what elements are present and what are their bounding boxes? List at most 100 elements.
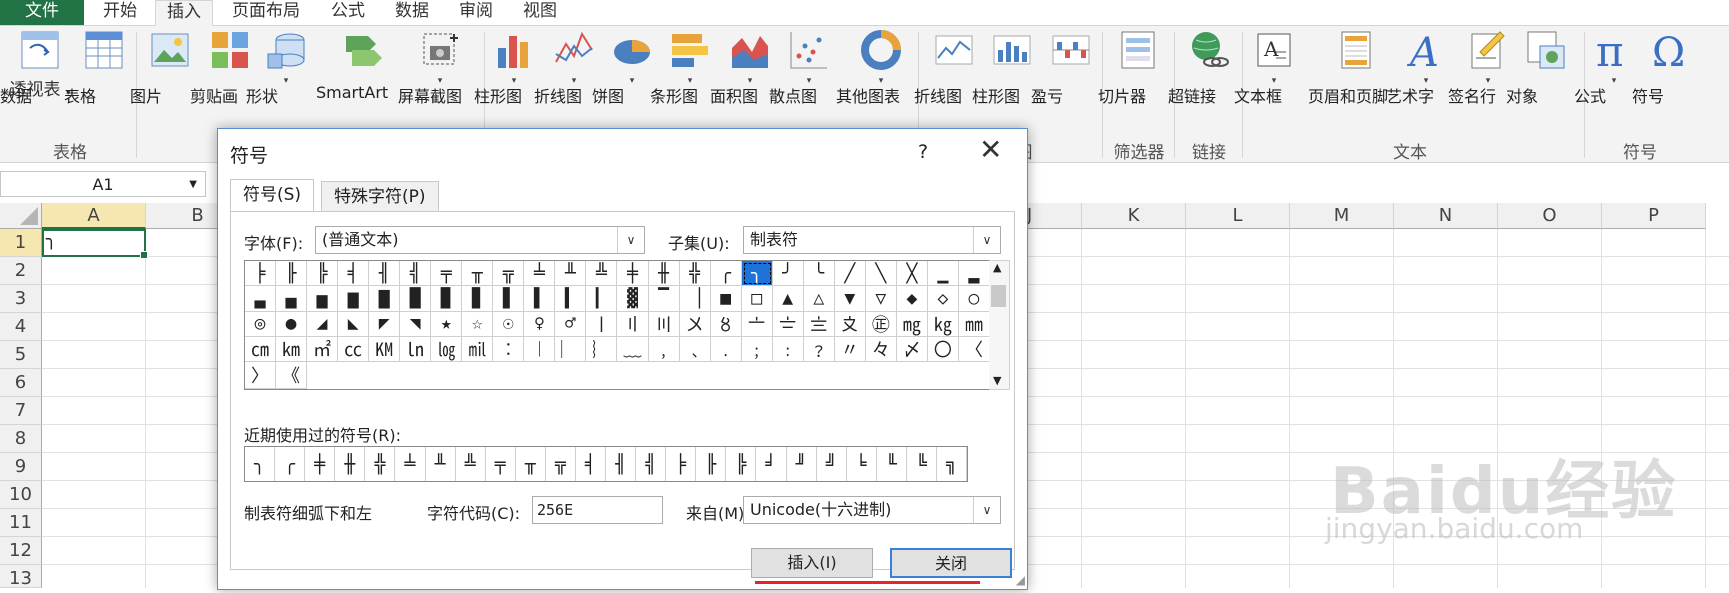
symbol-cell[interactable]: △ bbox=[803, 286, 835, 312]
symbol-cell[interactable]: ︳ bbox=[555, 336, 587, 362]
symbol-cell[interactable]: █ bbox=[400, 286, 432, 312]
recent-symbol-cell[interactable]: ╥ bbox=[516, 447, 546, 481]
recent-symbol-cell[interactable]: ╨ bbox=[426, 447, 456, 481]
symbol-cell[interactable]: ▇ bbox=[369, 286, 401, 312]
symbol-cell[interactable]: ╠ bbox=[307, 261, 339, 287]
symbol-cell[interactable]: 〨 bbox=[803, 311, 835, 337]
symbol-cell[interactable]: ︰ bbox=[493, 336, 525, 362]
symbol-cell[interactable]: ▍ bbox=[555, 286, 587, 312]
symbol-cell[interactable]: ╟ bbox=[276, 261, 308, 287]
symbol-cell[interactable]: ♀ bbox=[524, 311, 556, 337]
column-header-m[interactable]: M bbox=[1290, 203, 1394, 229]
symbol-cell[interactable]: ㏄ bbox=[338, 336, 370, 362]
symbol-cell[interactable]: 〈 bbox=[958, 336, 990, 362]
recent-symbol-cell[interactable]: ╚ bbox=[907, 447, 937, 481]
recent-symbol-cell[interactable]: ╠ bbox=[726, 447, 757, 481]
symbol-cell[interactable]: ╬ bbox=[679, 261, 711, 287]
symbol-cell[interactable]: ● bbox=[276, 311, 308, 337]
character-code-input[interactable]: 256E bbox=[532, 496, 663, 524]
symbol-cell[interactable]: ﹐ bbox=[648, 336, 680, 362]
recent-symbol-cell[interactable]: ╭ bbox=[275, 447, 306, 481]
symbol-cell[interactable]: 〦 bbox=[741, 311, 773, 337]
recent-symbol-cell[interactable]: ╙ bbox=[877, 447, 907, 481]
recent-symbols[interactable]: ╮ ╭ ╪ ╫ ╬ ╧ ╨ ╩ ╤ ╥ ╦ ╡ ╢ ╣ ╞ ╟ ╠ ╛ ╜ ╝ ╘ ╙ ╚ ╗ bbox=[244, 446, 968, 482]
column-header-l[interactable]: L bbox=[1186, 203, 1290, 229]
row-header-2[interactable]: 2 bbox=[0, 257, 42, 285]
textbox-button[interactable]: A 文本框 ▾ bbox=[1234, 28, 1314, 106]
chevron-down-icon[interactable]: ▼ bbox=[189, 172, 197, 198]
symbol-cell[interactable]: ▃ bbox=[245, 286, 277, 312]
symbol-cell[interactable]: ㎏ bbox=[927, 311, 959, 337]
symbol-cell[interactable]: ﹒ bbox=[710, 336, 742, 362]
recent-symbol-cell[interactable]: ╗ bbox=[937, 447, 967, 481]
symbol-cell[interactable]: ◥ bbox=[400, 311, 432, 337]
symbol-cell[interactable]: 〉 bbox=[245, 362, 277, 389]
symbol-cell[interactable]: ◇ bbox=[927, 286, 959, 312]
symbol-cell[interactable]: 《 bbox=[276, 362, 308, 389]
tab-insert[interactable]: 插入 bbox=[155, 0, 213, 26]
name-box[interactable]: A1 ▼ bbox=[0, 171, 206, 197]
symbol-cell[interactable]: ▓ bbox=[617, 286, 649, 312]
tab-view[interactable]: 视图 bbox=[512, 0, 568, 25]
chevron-down-icon[interactable]: ∨ bbox=[617, 227, 644, 253]
symbol-cell[interactable]: ﹔ bbox=[741, 336, 773, 362]
symbol-cell[interactable]: ▌ bbox=[524, 286, 556, 312]
symbol-cell[interactable]: ╰ bbox=[803, 261, 835, 287]
symbol-cell[interactable]: ╮ bbox=[741, 261, 773, 287]
symbol-cell[interactable]: ㎜ bbox=[958, 311, 990, 337]
symbol-cell[interactable]: ㊣ bbox=[865, 311, 897, 337]
symbol-cell[interactable]: ☉ bbox=[493, 311, 525, 337]
symbol-cell[interactable]: ╲ bbox=[865, 261, 897, 287]
row-header-10[interactable]: 10 bbox=[0, 481, 42, 509]
symbol-cell[interactable]: ╤ bbox=[431, 261, 463, 287]
symbol-cell[interactable]: 〡 bbox=[586, 311, 618, 337]
symbol-cell[interactable]: ㎞ bbox=[276, 336, 308, 362]
symbol-cell[interactable]: ㏕ bbox=[462, 336, 494, 362]
symbol-cell[interactable]: ■ bbox=[710, 286, 742, 312]
symbol-cell[interactable]: ╣ bbox=[400, 261, 432, 287]
recent-symbol-cell[interactable]: ╦ bbox=[546, 447, 576, 481]
row-header-6[interactable]: 6 bbox=[0, 369, 42, 397]
screenshot-button[interactable]: 屏幕截图 ▾ bbox=[398, 28, 482, 106]
symbol-cell[interactable]: ▼ bbox=[834, 286, 866, 312]
symbol-cell[interactable]: ◎ bbox=[245, 311, 277, 337]
tab-page-layout[interactable]: 页面布局 bbox=[222, 0, 310, 25]
row-header-1[interactable]: 1 bbox=[0, 229, 42, 257]
tab-file[interactable]: 文件 bbox=[0, 0, 84, 25]
tab-data[interactable]: 数据 bbox=[384, 0, 440, 25]
scroll-thumb[interactable] bbox=[991, 285, 1006, 307]
recent-symbol-cell[interactable]: ╞ bbox=[666, 447, 697, 481]
symbol-button[interactable]: Ω 符号 bbox=[1632, 28, 1712, 106]
symbol-cell[interactable]: ╨ bbox=[555, 261, 587, 287]
symbol-cell[interactable]: ◤ bbox=[369, 311, 401, 337]
recent-symbol-cell[interactable]: ╛ bbox=[756, 447, 787, 481]
symbol-cell[interactable]: ▔ bbox=[648, 286, 680, 312]
help-button[interactable]: ? bbox=[918, 141, 928, 163]
symbol-cell[interactable]: ╫ bbox=[648, 261, 680, 287]
symbol-cell[interactable]: ╩ bbox=[586, 261, 618, 287]
symbol-cell[interactable]: ╥ bbox=[462, 261, 494, 287]
symbol-cell[interactable]: ▆ bbox=[338, 286, 370, 312]
symbol-cell[interactable]: ▲ bbox=[772, 286, 804, 312]
symbol-cell[interactable]: ▄ bbox=[276, 286, 308, 312]
tab-home[interactable]: 开始 bbox=[92, 0, 148, 25]
row-header-12[interactable]: 12 bbox=[0, 537, 42, 565]
scroll-down-icon[interactable]: ▼ bbox=[993, 374, 1001, 387]
cell-a1[interactable]: ╮ bbox=[42, 229, 148, 259]
column-header-o[interactable]: O bbox=[1498, 203, 1602, 229]
symbol-cell[interactable]: 〤 bbox=[679, 311, 711, 337]
row-header-7[interactable]: 7 bbox=[0, 397, 42, 425]
row-header-8[interactable]: 8 bbox=[0, 425, 42, 453]
select-all-corner[interactable] bbox=[0, 203, 42, 229]
symbol-cell[interactable]: ﹖ bbox=[803, 336, 835, 362]
symbol-cell[interactable]: ╯ bbox=[772, 261, 804, 287]
symbol-cell[interactable]: ◆ bbox=[896, 286, 928, 312]
recent-symbol-cell[interactable]: ╫ bbox=[335, 447, 366, 481]
recent-symbol-cell[interactable]: ╩ bbox=[456, 447, 486, 481]
recent-symbol-cell[interactable]: ╟ bbox=[696, 447, 727, 481]
other-charts-button[interactable]: 其他图表 ▾ bbox=[836, 28, 926, 106]
symbol-cell[interactable]: 〥 bbox=[710, 311, 742, 337]
symbol-cell[interactable]: ▎ bbox=[586, 286, 618, 312]
symbol-cell[interactable]: ﹏ bbox=[617, 336, 649, 362]
symbol-cell[interactable]: ▁ bbox=[927, 261, 959, 287]
